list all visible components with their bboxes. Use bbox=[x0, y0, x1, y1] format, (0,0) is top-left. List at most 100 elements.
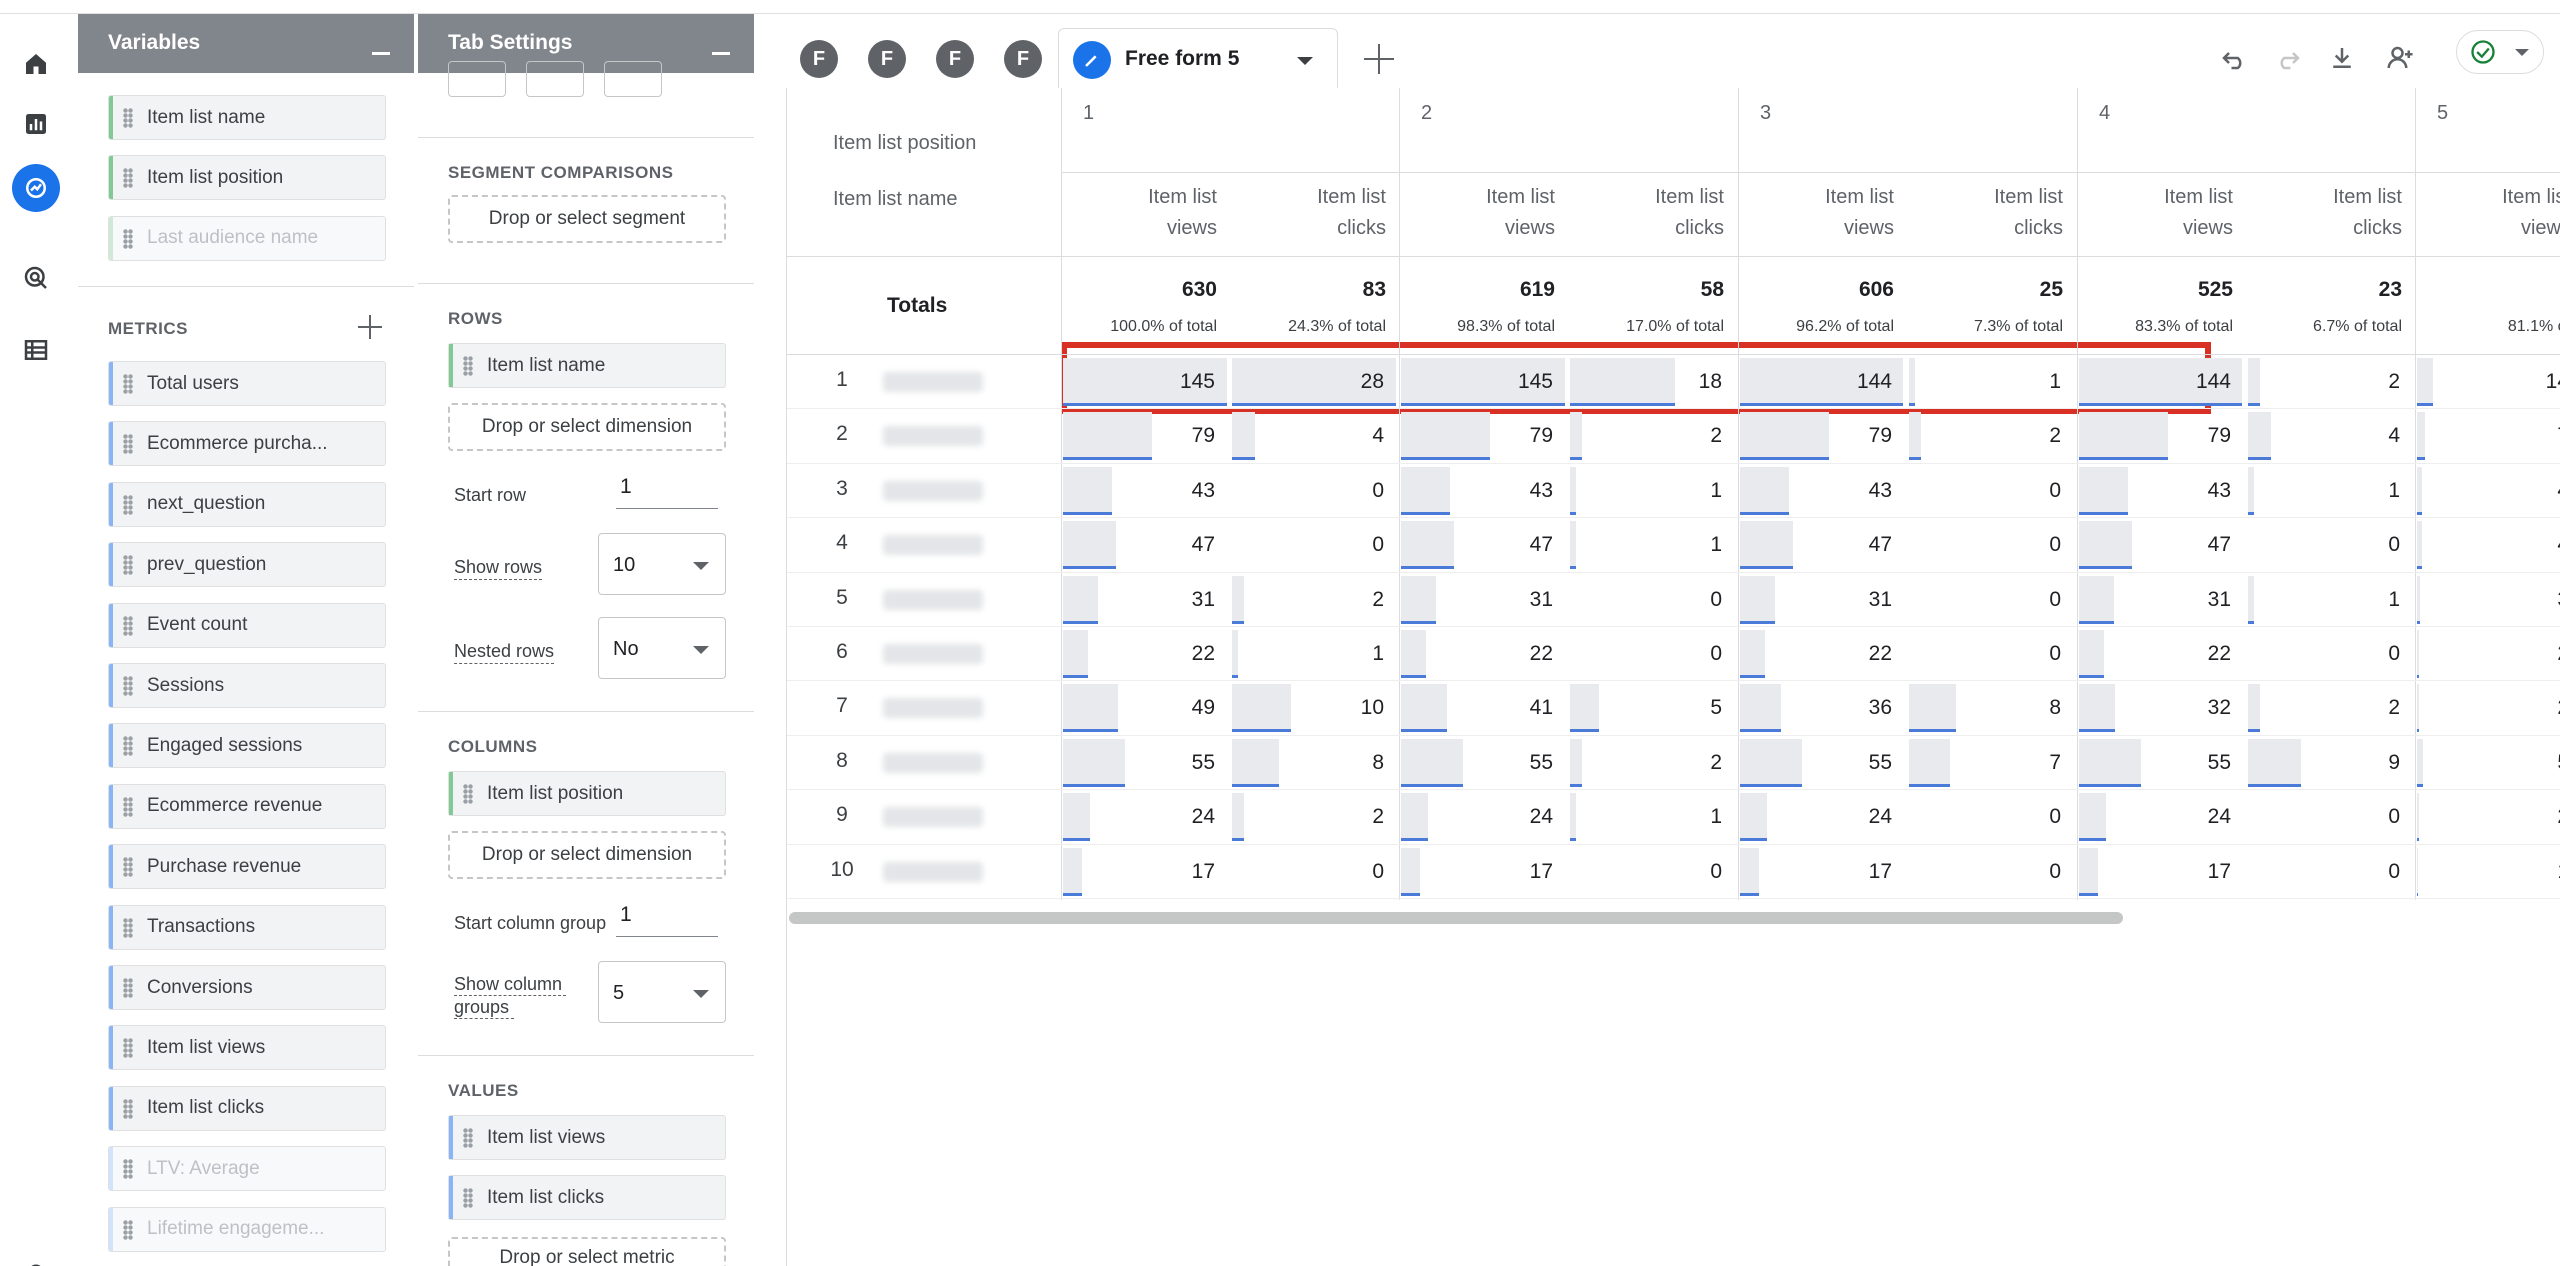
metric-chip[interactable]: Ecommerce purcha... bbox=[108, 421, 386, 467]
table-cell[interactable]: 5 bbox=[2415, 735, 2560, 789]
metric-chip[interactable]: Engaged sessions bbox=[108, 723, 386, 769]
table-cell[interactable]: 2 bbox=[2246, 354, 2414, 408]
drag-handle-icon[interactable] bbox=[463, 356, 473, 376]
tab-free-form-2[interactable]: F bbox=[868, 40, 906, 78]
table-cell[interactable]: 24 bbox=[2077, 789, 2245, 843]
chevron-down-icon[interactable] bbox=[1297, 57, 1313, 65]
table-cell[interactable]: 9 bbox=[2246, 735, 2414, 789]
table-cell[interactable]: 0 bbox=[2246, 626, 2414, 680]
table-cell[interactable]: 2 bbox=[1907, 408, 2075, 462]
table-cell[interactable]: 43 bbox=[1738, 463, 1906, 517]
table-cell[interactable]: 0 bbox=[1568, 572, 1736, 626]
table-cell[interactable]: 17 bbox=[2077, 844, 2245, 898]
value-metric-chip[interactable]: Item list views bbox=[448, 1115, 726, 1160]
add-metric-icon[interactable] bbox=[358, 315, 382, 339]
drag-handle-icon[interactable] bbox=[123, 108, 133, 128]
undo-icon[interactable] bbox=[2214, 38, 2254, 78]
dimension-chip[interactable]: Last audience name bbox=[108, 215, 386, 261]
drag-handle-icon[interactable] bbox=[123, 228, 133, 249]
metric-chip[interactable]: Lifetime engageme... bbox=[108, 1206, 386, 1252]
settings-icon[interactable] bbox=[16, 1252, 56, 1266]
table-cell[interactable]: 41 bbox=[1399, 680, 1567, 734]
table-cell[interactable]: 0 bbox=[1907, 517, 2075, 571]
table-cell[interactable]: 0 bbox=[1907, 789, 2075, 843]
drag-handle-icon[interactable] bbox=[123, 736, 133, 757]
table-cell[interactable]: 1 bbox=[1568, 517, 1736, 571]
drag-handle-icon[interactable] bbox=[123, 494, 133, 515]
table-cell[interactable]: 0 bbox=[1907, 844, 2075, 898]
drag-handle-icon[interactable] bbox=[123, 857, 133, 878]
row-dimension-chip[interactable]: Item list name bbox=[448, 343, 726, 388]
table-cell[interactable]: 0 bbox=[1907, 463, 2075, 517]
table-cell[interactable]: 0 bbox=[1230, 463, 1398, 517]
table-cell[interactable]: 2 bbox=[1230, 789, 1398, 843]
table-cell[interactable]: 32 bbox=[2077, 680, 2245, 734]
table-cell[interactable]: 43 bbox=[1061, 463, 1229, 517]
table-cell[interactable]: 47 bbox=[2077, 517, 2245, 571]
drag-handle-icon[interactable] bbox=[123, 374, 133, 394]
list-icon[interactable] bbox=[16, 330, 56, 370]
table-cell[interactable]: 0 bbox=[1907, 626, 2075, 680]
table-cell[interactable]: 0 bbox=[1230, 844, 1398, 898]
column-dimension-dropzone[interactable]: Drop or select dimension bbox=[448, 831, 726, 879]
table-cell[interactable]: 55 bbox=[1738, 735, 1906, 789]
metric-chip[interactable]: next_question bbox=[108, 481, 386, 527]
table-cell[interactable]: 4 bbox=[2246, 408, 2414, 462]
table-cell[interactable]: 31 bbox=[1399, 572, 1567, 626]
table-cell[interactable]: 47 bbox=[1399, 517, 1567, 571]
column-dimension-chip[interactable]: Item list position bbox=[448, 771, 726, 816]
table-cell[interactable]: 55 bbox=[1399, 735, 1567, 789]
drag-handle-icon[interactable] bbox=[123, 168, 133, 189]
table-cell[interactable]: 47 bbox=[1738, 517, 1906, 571]
table-cell[interactable]: 43 bbox=[1399, 463, 1567, 517]
scrollbar-thumb[interactable] bbox=[789, 912, 2123, 924]
table-cell[interactable]: 79 bbox=[1738, 408, 1906, 462]
chevron-down-icon[interactable] bbox=[2515, 49, 2529, 56]
table-cell[interactable]: 31 bbox=[1061, 572, 1229, 626]
table-cell[interactable]: 144 bbox=[1738, 354, 1906, 408]
add-tab-icon[interactable] bbox=[1364, 44, 1394, 74]
table-cell[interactable]: 3 bbox=[2415, 572, 2560, 626]
show-rows-select[interactable]: 10 bbox=[598, 533, 726, 595]
table-cell[interactable]: 10 bbox=[1230, 680, 1398, 734]
table-cell[interactable]: 79 bbox=[1399, 408, 1567, 462]
drag-handle-icon[interactable] bbox=[463, 1128, 473, 1148]
value-metric-dropzone[interactable]: Drop or select metric bbox=[448, 1237, 726, 1266]
metric-chip[interactable]: Purchase revenue bbox=[108, 844, 386, 890]
table-cell[interactable]: 2 bbox=[1568, 408, 1736, 462]
explore-icon[interactable] bbox=[12, 164, 60, 212]
table-cell[interactable]: 1 bbox=[1568, 789, 1736, 843]
table-cell[interactable]: 79 bbox=[1061, 408, 1229, 462]
table-cell[interactable]: 0 bbox=[2246, 517, 2414, 571]
drag-handle-icon[interactable] bbox=[123, 917, 133, 938]
table-cell[interactable]: 17 bbox=[1061, 844, 1229, 898]
table-cell[interactable]: 24 bbox=[1061, 789, 1229, 843]
table-cell[interactable]: 1 bbox=[1568, 463, 1736, 517]
metric-chip[interactable]: Item list views bbox=[108, 1025, 386, 1071]
table-cell[interactable]: 0 bbox=[2246, 844, 2414, 898]
table-cell[interactable]: 49 bbox=[1061, 680, 1229, 734]
start-column-group-input[interactable]: 1 bbox=[616, 897, 718, 937]
table-cell[interactable]: 1 bbox=[2246, 463, 2414, 517]
drag-handle-icon[interactable] bbox=[123, 1038, 133, 1059]
status-pill[interactable] bbox=[2456, 30, 2544, 74]
table-cell[interactable]: 18 bbox=[1568, 354, 1736, 408]
drag-handle-icon[interactable] bbox=[123, 978, 133, 998]
table-cell[interactable]: 1 bbox=[1230, 626, 1398, 680]
table-cell[interactable]: 2 bbox=[2246, 680, 2414, 734]
table-cell[interactable]: 17 bbox=[1738, 844, 1906, 898]
table-cell[interactable]: 5 bbox=[1568, 680, 1736, 734]
dimension-chip[interactable]: Item list position bbox=[108, 155, 386, 201]
table-cell[interactable]: 36 bbox=[1738, 680, 1906, 734]
table-cell[interactable]: 43 bbox=[2077, 463, 2245, 517]
drag-handle-icon[interactable] bbox=[463, 784, 473, 804]
table-cell[interactable]: 4 bbox=[2415, 517, 2560, 571]
table-cell[interactable]: 0 bbox=[1230, 517, 1398, 571]
table-cell[interactable]: 0 bbox=[2246, 789, 2414, 843]
table-cell[interactable]: 1 bbox=[2415, 844, 2560, 898]
table-cell[interactable]: 2 bbox=[2415, 789, 2560, 843]
table-cell[interactable]: 55 bbox=[1061, 735, 1229, 789]
table-cell[interactable]: 0 bbox=[1568, 844, 1736, 898]
table-cell[interactable]: 22 bbox=[1061, 626, 1229, 680]
drag-handle-icon[interactable] bbox=[123, 434, 133, 455]
